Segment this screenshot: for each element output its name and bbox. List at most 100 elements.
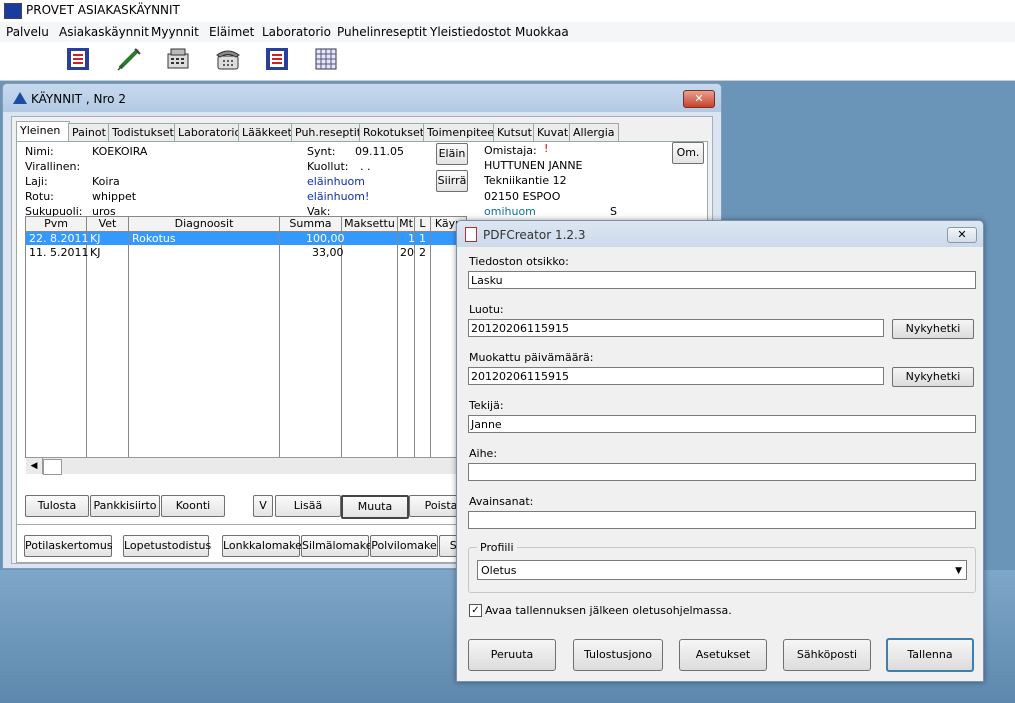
col-diagnoosit[interactable]: Diagnoosit bbox=[129, 217, 280, 232]
luotu-nykyhetki-button[interactable]: Nykyhetki bbox=[892, 319, 974, 339]
kuollut-label: Kuollut: bbox=[307, 160, 349, 173]
avainsanat-input[interactable] bbox=[468, 511, 976, 529]
telephone-icon[interactable] bbox=[215, 46, 241, 72]
luotu-input[interactable]: 20120206115915 bbox=[468, 319, 884, 337]
grid-icon[interactable] bbox=[313, 46, 339, 72]
pdf-title: PDFCreator 1.2.3 bbox=[483, 228, 586, 242]
tab-puhreseptit[interactable]: Puh.reseptit bbox=[291, 123, 366, 141]
main-window: PROVET ASIAKASKÄYNNIT Palvelu Asiakaskäy… bbox=[0, 0, 1015, 81]
profile-select[interactable]: Oletus ▼ bbox=[477, 560, 967, 580]
syringe-icon[interactable] bbox=[116, 46, 142, 72]
elain-button[interactable]: Eläin bbox=[436, 143, 468, 165]
cell-mt: 20 bbox=[400, 246, 414, 259]
tab-toimenpiteet[interactable]: Toimenpiteet bbox=[423, 123, 503, 141]
v-button[interactable]: V bbox=[253, 495, 273, 517]
tab-laboratorio[interactable]: Laboratorio bbox=[174, 123, 246, 141]
scroll-thumb[interactable] bbox=[43, 459, 62, 475]
horizontal-scrollbar[interactable]: ◀ bbox=[26, 457, 466, 475]
menu-muokkaa[interactable]: Muokkaa bbox=[515, 25, 569, 39]
open-after-save-checkbox[interactable]: ✓ bbox=[469, 604, 482, 617]
muuta-button[interactable]: Muuta bbox=[341, 495, 409, 519]
owner-city: 02150 ESPOO bbox=[484, 190, 561, 203]
tab-kuvat[interactable]: Kuvat bbox=[533, 123, 573, 141]
omistaja-label: Omistaja: bbox=[484, 144, 537, 157]
col-summa[interactable]: Summa bbox=[280, 217, 342, 232]
cell-pvm: 11. 5.2011 bbox=[29, 246, 89, 259]
tab-laakkeet[interactable]: Lääkkeet bbox=[238, 123, 296, 141]
cash-register-icon[interactable] bbox=[165, 46, 191, 72]
tulostusjono-button[interactable]: Tulostusjono bbox=[573, 639, 663, 671]
tekija-label: Tekijä: bbox=[469, 399, 504, 412]
app-titlebar: PROVET ASIAKASKÄYNNIT bbox=[0, 0, 1015, 22]
tab-painot[interactable]: Painot bbox=[68, 123, 110, 141]
profile-value: Oletus bbox=[481, 564, 517, 577]
muokattu-label: Muokattu päivämäärä: bbox=[469, 351, 594, 364]
pankkisiirto-button[interactable]: Pankkisiirto bbox=[90, 495, 160, 517]
peruuta-button[interactable]: Peruuta bbox=[468, 639, 556, 671]
siirra-button[interactable]: Siirrä bbox=[436, 170, 468, 192]
asetukset-button[interactable]: Asetukset bbox=[679, 639, 767, 671]
laji-label: Laji: bbox=[25, 175, 48, 188]
col-maksettu[interactable]: Maksettu bbox=[342, 217, 398, 232]
muokattu-input[interactable]: 20120206115915 bbox=[468, 367, 884, 385]
pdf-titlebar: PDFCreator 1.2.3 ✕ bbox=[457, 221, 983, 247]
close-icon[interactable]: ✕ bbox=[947, 227, 977, 243]
polvilomake-button[interactable]: Polvilomake bbox=[370, 535, 438, 557]
pdf-body: Tiedoston otsikko: Lasku Luotu: 20120206… bbox=[459, 247, 981, 679]
menu-palvelu[interactable]: Palvelu bbox=[6, 25, 49, 39]
tekija-input[interactable]: Janne bbox=[468, 415, 976, 433]
tallenna-button[interactable]: Tallenna bbox=[886, 638, 974, 672]
pdf-document-icon bbox=[465, 227, 477, 242]
tab-kutsut[interactable]: Kutsut bbox=[493, 123, 536, 141]
title-input[interactable]: Lasku bbox=[468, 271, 976, 289]
tab-rokotukset[interactable]: Rokotukset bbox=[359, 123, 429, 141]
lonkkalomake-button[interactable]: Lonkkalomake bbox=[222, 535, 302, 557]
lisaa-button[interactable]: Lisää bbox=[275, 495, 341, 517]
tab-todistukset[interactable]: Todistukset bbox=[108, 123, 178, 141]
nimi-value: KOEKOIRA bbox=[92, 145, 148, 158]
menu-puhelinreseptit[interactable]: Puhelinreseptit bbox=[337, 25, 427, 39]
book-icon[interactable] bbox=[65, 46, 91, 72]
cell-vet: KJ bbox=[90, 246, 101, 259]
divider bbox=[128, 231, 129, 457]
toolbar bbox=[0, 42, 1015, 81]
book-icon[interactable] bbox=[264, 46, 290, 72]
col-mt[interactable]: Mt bbox=[398, 217, 415, 232]
scroll-left-icon[interactable]: ◀ bbox=[26, 458, 43, 474]
nimi-label: Nimi: bbox=[25, 145, 54, 158]
muokattu-nykyhetki-button[interactable]: Nykyhetki bbox=[892, 367, 974, 387]
cell-mt: 1 bbox=[408, 232, 415, 245]
menu-yleistiedostot[interactable]: Yleistiedostot bbox=[430, 25, 511, 39]
owner-s: S bbox=[610, 205, 617, 218]
title-label: Tiedoston otsikko: bbox=[469, 255, 569, 268]
col-vet[interactable]: Vet bbox=[87, 217, 129, 232]
close-icon[interactable]: ✕ bbox=[683, 90, 715, 108]
virallinen-label: Virallinen: bbox=[25, 160, 81, 173]
avainsanat-label: Avainsanat: bbox=[469, 495, 534, 508]
menu-elaimet[interactable]: Eläimet bbox=[209, 25, 254, 39]
koonti-button[interactable]: Koonti bbox=[161, 495, 225, 517]
tulosta-button[interactable]: Tulosta bbox=[25, 495, 89, 517]
cell-summa: 100,00 bbox=[306, 232, 345, 245]
divider bbox=[279, 231, 280, 457]
col-pvm[interactable]: Pvm bbox=[26, 217, 87, 232]
silmalomake-button[interactable]: Silmälomake bbox=[301, 535, 373, 557]
menu-asiakaskaynnit[interactable]: Asiakaskäynnit bbox=[59, 25, 149, 39]
menu-myynnit[interactable]: Myynnit bbox=[151, 25, 199, 39]
window-icon bbox=[13, 92, 27, 104]
om-button[interactable]: Om. bbox=[672, 142, 704, 164]
cell-diag: Rokotus bbox=[132, 232, 176, 245]
tab-allergia[interactable]: Allergia bbox=[569, 123, 619, 141]
kaynnit-title: KÄYNNIT , Nro 2 bbox=[31, 92, 126, 106]
menu-laboratorio[interactable]: Laboratorio bbox=[262, 25, 331, 39]
tab-yleinen[interactable]: Yleinen bbox=[16, 121, 70, 142]
aihe-input[interactable] bbox=[468, 463, 976, 481]
potilaskertomus-button[interactable]: Potilaskertomus bbox=[24, 535, 113, 557]
lopetustodistus-button[interactable]: Lopetustodistus bbox=[123, 535, 211, 557]
rotu-label: Rotu: bbox=[25, 190, 54, 203]
divider bbox=[430, 231, 431, 457]
sahkoposti-button[interactable]: Sähköposti bbox=[783, 639, 871, 671]
cell-pvm: 22. 8.2011 bbox=[29, 232, 89, 245]
col-l[interactable]: L bbox=[415, 217, 431, 232]
luotu-label: Luotu: bbox=[469, 303, 504, 316]
